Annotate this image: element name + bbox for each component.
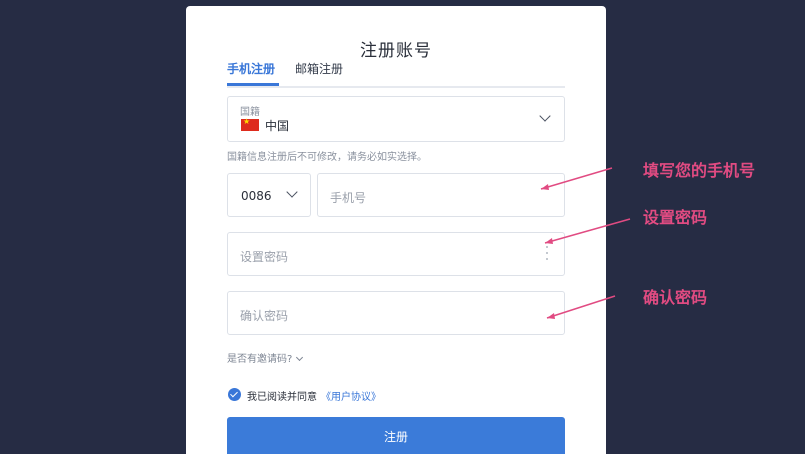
- annotation-confirm: 确认密码: [643, 288, 708, 307]
- phone-annotation-arrowhead: [541, 184, 549, 190]
- annotation-password: 设置密码: [643, 208, 708, 227]
- password-annotation-arrow: [544, 218, 631, 244]
- phone-annotation-arrow: [540, 167, 613, 190]
- confirm-annotation-arrowhead: [547, 313, 555, 319]
- page: 注册账号 手机注册 邮箱注册 国籍 ★ 中国 国籍信息注册后不可修改，请务必如实…: [0, 0, 805, 454]
- password-annotation-arrowhead: [545, 238, 553, 244]
- annotation-phone: 填写您的手机号: [643, 161, 756, 180]
- confirm-annotation-arrow: [546, 295, 616, 319]
